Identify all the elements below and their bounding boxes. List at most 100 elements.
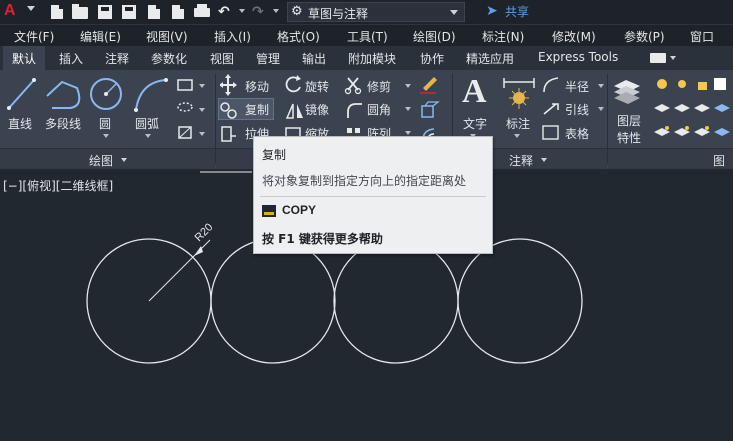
table-icon[interactable]	[542, 125, 559, 140]
trim-button[interactable]: 修剪	[367, 78, 391, 95]
menu-dimension[interactable]: 标注(N)	[482, 28, 524, 45]
open-folder-icon[interactable]	[71, 3, 89, 21]
lock-icon[interactable]	[698, 82, 707, 90]
workspace-selector[interactable]: ⚙ 草图与注释	[287, 2, 465, 22]
dimension-dropdown-icon[interactable]	[514, 134, 520, 138]
layer-properties-icon[interactable]	[614, 80, 640, 104]
lightbulb-icon[interactable]	[657, 79, 667, 89]
redo-icon[interactable]: ↷	[251, 3, 269, 21]
circle-4[interactable]	[457, 238, 583, 364]
save-as-icon[interactable]	[120, 3, 138, 21]
tab-view[interactable]: 视图	[210, 50, 234, 67]
layer-tool-row-3-icon[interactable]	[654, 126, 730, 136]
move-icon[interactable]	[220, 74, 237, 96]
layer-properties-button[interactable]: 图层特性	[617, 113, 647, 147]
hatch-dropdown-icon[interactable]	[199, 108, 205, 112]
move-button[interactable]: 移动	[245, 78, 269, 95]
line-button[interactable]: 直线	[8, 115, 32, 132]
menu-tools[interactable]: 工具(T)	[347, 28, 388, 45]
explode-icon[interactable]	[421, 101, 440, 118]
radius-button[interactable]: 半径	[565, 78, 589, 95]
menu-format[interactable]: 格式(O)	[277, 28, 320, 45]
stretch-icon[interactable]	[221, 126, 236, 142]
line-icon[interactable]	[7, 78, 36, 110]
dimension-button[interactable]: 标注	[506, 115, 530, 132]
leader-dropdown-icon[interactable]	[598, 107, 604, 111]
leader-icon[interactable]	[543, 103, 559, 115]
ribbon-display-caret-icon[interactable]	[670, 56, 676, 60]
ribbon-display-icon[interactable]	[650, 53, 666, 63]
new-file-icon[interactable]	[48, 3, 66, 21]
circle-dropdown-icon[interactable]	[103, 134, 109, 138]
export-icon[interactable]	[169, 3, 187, 21]
gradient-dropdown-icon[interactable]	[199, 132, 205, 136]
array-dropdown-icon[interactable]	[405, 131, 411, 135]
polyline-button[interactable]: 多段线	[45, 115, 81, 132]
fillet-dropdown-icon[interactable]	[405, 107, 411, 111]
tab-featured-apps[interactable]: 精选应用	[466, 50, 514, 67]
arc-dropdown-icon[interactable]	[145, 134, 151, 138]
leader-button[interactable]: 引线	[565, 101, 589, 118]
tab-default[interactable]: 默认	[3, 46, 46, 70]
copy-button[interactable]: 复制	[245, 101, 269, 118]
mirror-button[interactable]: 镜像	[305, 101, 329, 118]
radius-icon[interactable]	[543, 77, 559, 93]
menu-modify[interactable]: 修改(M)	[552, 28, 596, 45]
redo-dropdown-icon[interactable]	[273, 9, 279, 13]
autocad-logo-icon[interactable]: A	[4, 2, 16, 20]
erase-icon[interactable]	[420, 77, 437, 94]
rectangle-icon[interactable]	[177, 79, 193, 91]
tab-addins[interactable]: 附加模块	[348, 50, 396, 67]
menu-draw[interactable]: 绘图(D)	[413, 28, 456, 45]
text-icon[interactable]: A	[462, 72, 487, 112]
tab-collaborate[interactable]: 协作	[420, 50, 444, 67]
menu-edit[interactable]: 编辑(E)	[80, 28, 121, 45]
menu-window[interactable]: 窗口	[690, 28, 714, 45]
tab-express-tools[interactable]: Express Tools	[538, 50, 618, 64]
app-menu-caret-icon[interactable]	[27, 6, 35, 11]
gradient-icon[interactable]	[178, 126, 194, 140]
radius-dropdown-icon[interactable]	[598, 84, 604, 88]
annotation-panel-title[interactable]: 注释	[509, 152, 533, 169]
print-icon[interactable]	[193, 3, 211, 21]
draw-panel-title[interactable]: 绘图	[89, 152, 113, 169]
share-button[interactable]: 共享	[505, 3, 529, 20]
circle-button[interactable]: 圆	[99, 115, 111, 132]
radius-dimension-text[interactable]: R20	[193, 221, 216, 244]
draw-panel-caret-icon[interactable]	[121, 158, 127, 162]
rotate-button[interactable]: 旋转	[305, 78, 329, 95]
circle-3[interactable]	[333, 238, 459, 364]
save-icon[interactable]	[96, 3, 114, 21]
tab-output[interactable]: 输出	[302, 50, 326, 67]
arc-icon[interactable]	[134, 78, 168, 112]
hatch-icon[interactable]	[177, 102, 193, 112]
text-button[interactable]: 文字	[463, 115, 487, 132]
trim-icon[interactable]	[344, 77, 362, 95]
tab-parametric[interactable]: 参数化	[151, 50, 187, 67]
mirror-icon[interactable]	[285, 103, 303, 119]
arc-button[interactable]: 圆弧	[135, 115, 159, 132]
fillet-icon[interactable]	[347, 103, 362, 118]
fillet-button[interactable]: 圆角	[367, 101, 391, 118]
layer-color-icon[interactable]	[714, 78, 726, 90]
tab-insert[interactable]: 插入	[59, 50, 83, 67]
menu-insert[interactable]: 插入(I)	[214, 28, 251, 45]
tab-annotate[interactable]: 注释	[105, 50, 129, 67]
layer-tool-row-2-icon[interactable]	[654, 104, 730, 112]
circle-2[interactable]	[210, 238, 336, 364]
undo-icon[interactable]: ↶	[217, 3, 235, 21]
sun-icon[interactable]	[678, 80, 686, 88]
rectangle-dropdown-icon[interactable]	[199, 84, 205, 88]
table-button[interactable]: 表格	[565, 125, 589, 142]
polyline-icon[interactable]	[46, 80, 81, 109]
undo-dropdown-icon[interactable]	[239, 9, 245, 13]
web-mobile-icon[interactable]	[145, 3, 163, 21]
rotate-icon[interactable]	[285, 75, 301, 93]
menu-view[interactable]: 视图(V)	[146, 28, 188, 45]
copy-icon[interactable]	[220, 102, 237, 119]
dimension-icon[interactable]	[502, 76, 536, 112]
tab-manage[interactable]: 管理	[256, 50, 280, 67]
trim-dropdown-icon[interactable]	[405, 84, 411, 88]
menu-parametric[interactable]: 参数(P)	[624, 28, 665, 45]
menu-file[interactable]: 文件(F)	[14, 28, 54, 45]
